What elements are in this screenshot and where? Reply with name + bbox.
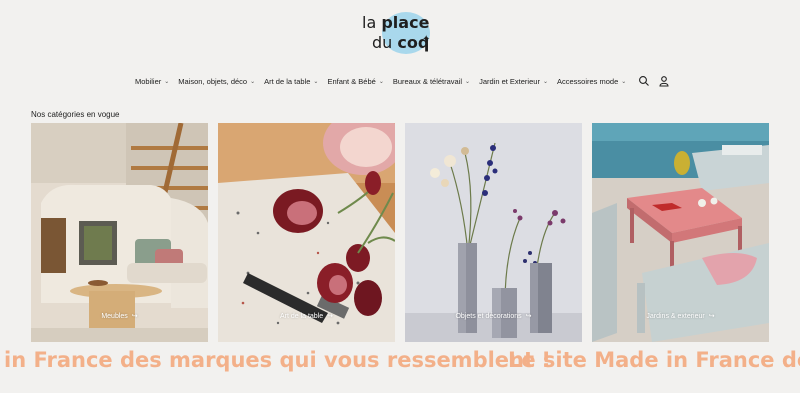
- main-nav: Mobilier ⌄ Maison, objets, déco ⌄ Art de l…: [135, 75, 635, 87]
- nav-item-jardin[interactable]: Jardin et Exterieur ⌄: [479, 75, 548, 87]
- nav-item-bureaux[interactable]: Bureaux & télétravail ⌄: [393, 75, 470, 87]
- category-image-objets-decorations: [405, 123, 582, 342]
- logo-line-2: du coq: [372, 33, 430, 52]
- category-image-meubles: [31, 123, 208, 342]
- user-icon[interactable]: [658, 74, 670, 87]
- nav-item-maison[interactable]: Maison, objets, déco ⌄: [178, 75, 255, 87]
- category-card-jardins-exterieur[interactable]: Jardins & exterieur ↪: [592, 123, 769, 342]
- nav-item-art-de-la-table[interactable]: Art de la table ⌄: [264, 75, 318, 87]
- category-card-art-de-la-table[interactable]: Art de la table ↪: [218, 123, 395, 342]
- site-header: la place du coq ✦ Mobilier ⌄ Maison, obje…: [0, 0, 800, 100]
- nav-item-mobilier[interactable]: Mobilier ⌄: [135, 75, 169, 87]
- category-label: Meubles ↪: [101, 313, 138, 320]
- nav-item-enfant-bebe[interactable]: Enfant & Bébé ⌄: [327, 75, 383, 87]
- chevron-down-icon: ⌄: [465, 78, 471, 85]
- arrow-right-icon: ↪: [327, 313, 334, 320]
- category-card-objets-decorations[interactable]: Objets et décorations ↪: [405, 123, 582, 342]
- chevron-down-icon: ⌄: [164, 78, 170, 85]
- category-label: Objets et décorations ↪: [455, 313, 532, 320]
- category-image-art-de-la-table: [218, 123, 395, 342]
- site-logo[interactable]: la place du coq ✦: [362, 8, 438, 56]
- chevron-down-icon: ⌄: [250, 78, 256, 85]
- category-card-meubles[interactable]: Meubles ↪: [31, 123, 208, 342]
- search-icon[interactable]: [638, 74, 650, 86]
- marquee-text-1: in France des marques qui vous ressemble…: [4, 348, 551, 372]
- chevron-down-icon: ⌄: [542, 78, 548, 85]
- category-grid: Meubles ↪ Art de la table ↪ Objets et dé…: [31, 123, 769, 342]
- nav-item-accessoires[interactable]: Accessoires mode ⌄: [557, 75, 626, 87]
- arrow-right-icon: ↪: [525, 313, 532, 320]
- arrow-right-icon: ↪: [131, 313, 138, 320]
- category-image-jardins-exterieur: [592, 123, 769, 342]
- arrow-right-icon: ↪: [708, 313, 715, 320]
- category-label: Art de la table ↪: [279, 313, 334, 320]
- category-label: Jardins & exterieur ↪: [646, 313, 715, 320]
- chevron-down-icon: ⌄: [313, 78, 319, 85]
- chevron-down-icon: ⌄: [378, 78, 384, 85]
- chevron-down-icon: ⌄: [621, 78, 627, 85]
- logo-line-1: la place: [362, 13, 430, 32]
- marquee-text-2: Le site Made in France des m: [508, 348, 800, 372]
- marquee-banner: in France des marques qui vous ressemble…: [0, 348, 800, 378]
- section-title: Nos catégories en vogue: [31, 110, 120, 119]
- sparkle-icon: ✦: [422, 34, 431, 45]
